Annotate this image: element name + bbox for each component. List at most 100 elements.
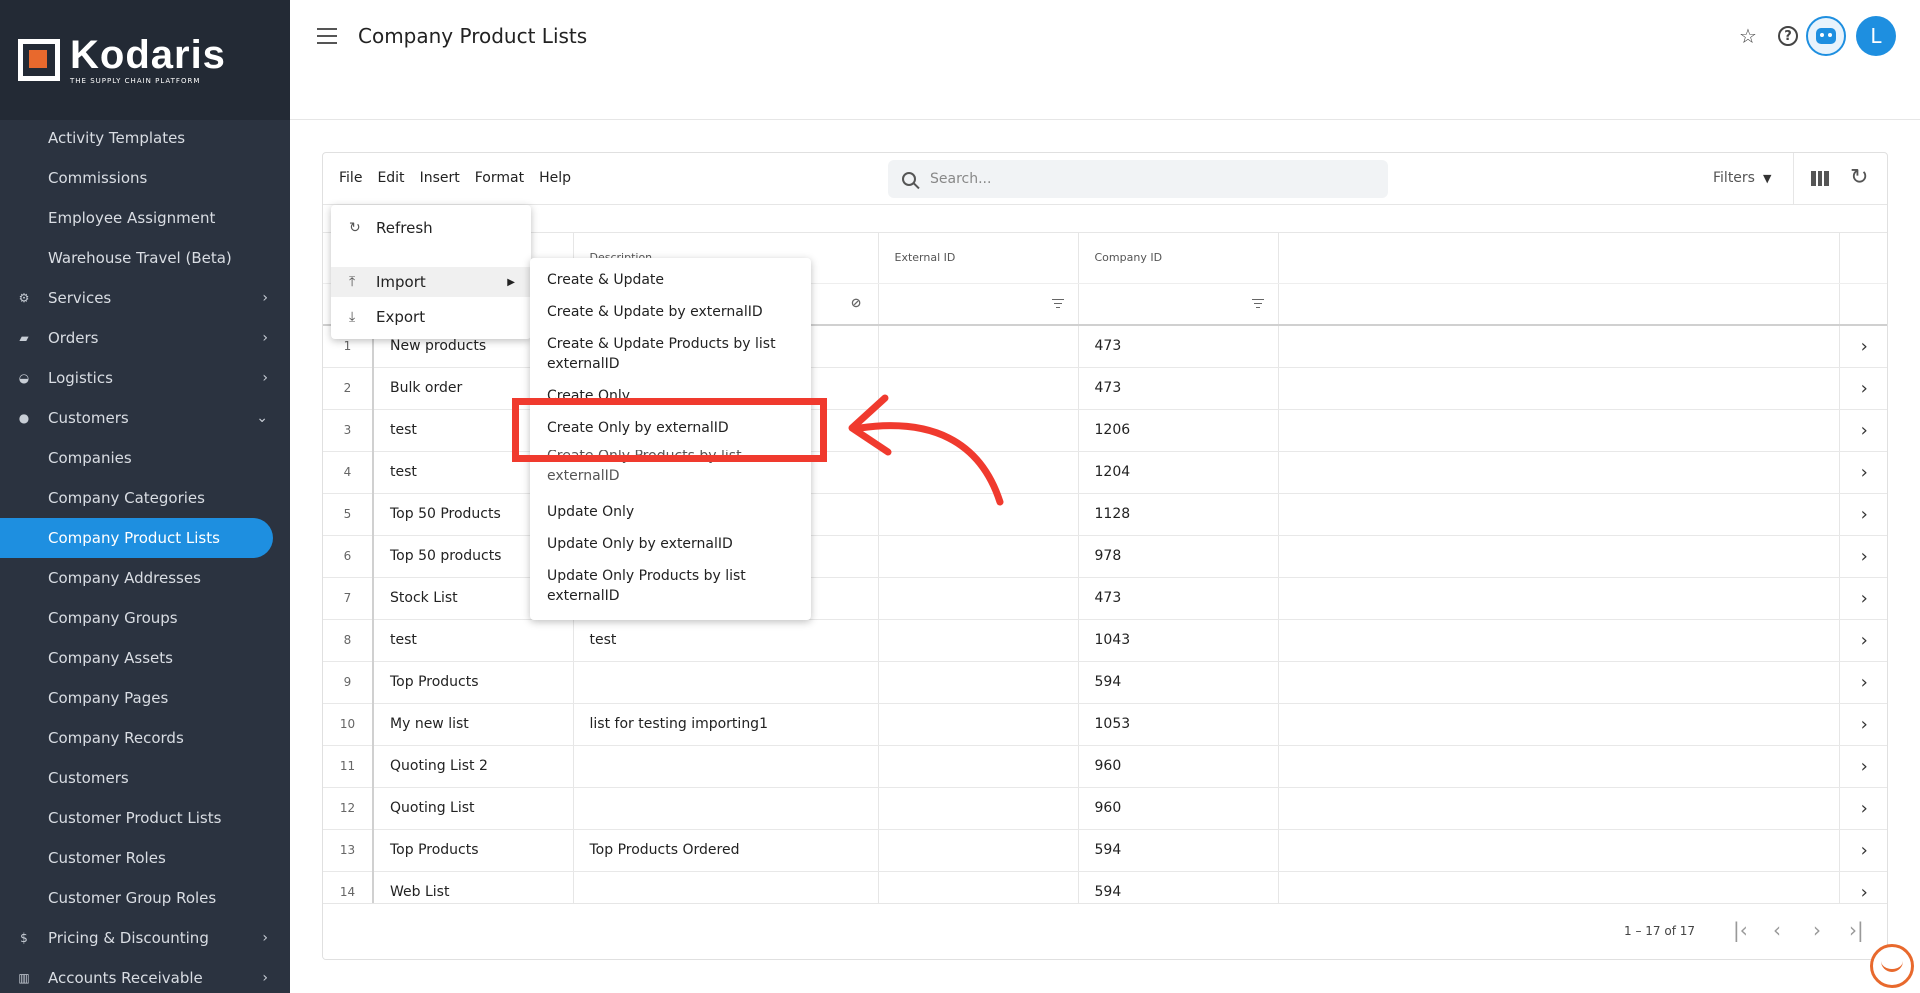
search-input[interactable]: Search... <box>930 171 991 187</box>
menu-insert[interactable]: Insert <box>420 170 460 186</box>
sidebar-item[interactable]: ▰ Orders › <box>0 318 290 358</box>
cell-external-id <box>878 829 1079 872</box>
chevron-right-icon[interactable]: › <box>1839 409 1887 452</box>
table-row[interactable]: 11 Quoting List 2 960 › <box>323 745 1887 788</box>
menu-format[interactable]: Format <box>475 170 524 186</box>
chevron-right-icon[interactable]: › <box>1839 577 1887 620</box>
sidebar-item[interactable]: Activity Templates <box>0 118 290 158</box>
group-row <box>323 205 1887 233</box>
next-page-icon[interactable]: › <box>1813 918 1821 942</box>
sidebar: Kodaris THE SUPPLY CHAIN PLATFORM Activi… <box>0 0 290 993</box>
menu-file[interactable]: File <box>339 170 362 186</box>
chevron-right-icon[interactable]: › <box>1839 661 1887 704</box>
cell-external-id <box>878 661 1079 704</box>
menu-item-import[interactable]: ⤒ Import ▶ <box>331 267 531 297</box>
col-company-id-header[interactable]: Company ID <box>1078 233 1279 284</box>
col-external-id-header[interactable]: External ID <box>878 233 1079 284</box>
sidebar-item[interactable]: $ Pricing & Discounting › <box>0 918 290 958</box>
chevron-right-icon: › <box>262 970 268 986</box>
sidebar-item-label: Pricing & Discounting <box>48 929 209 947</box>
cell-description: Top Products Ordered <box>573 829 879 872</box>
sidebar-item[interactable]: Company Assets <box>0 638 290 678</box>
cell-description <box>573 745 879 788</box>
table-row[interactable]: 13 Top Products Top Products Ordered 594 › <box>323 829 1887 872</box>
sidebar-item[interactable]: ◒ Logistics › <box>0 358 290 398</box>
refresh-icon[interactable]: ↻ <box>1850 165 1868 190</box>
menu-help[interactable]: Help <box>539 170 571 186</box>
cell-company-id: 473 <box>1078 367 1279 410</box>
chevron-right-icon[interactable]: › <box>1839 535 1887 578</box>
sidebar-item[interactable]: Company Groups <box>0 598 290 638</box>
sidebar-item[interactable]: Company Categories <box>0 478 290 518</box>
filter-off-icon[interactable]: ⊘ <box>851 296 862 311</box>
import-option[interactable]: Create & Update by externalID <box>547 302 797 322</box>
sidebar-nav: Activity Templates Commissions Employee As… <box>0 118 290 993</box>
sidebar-item[interactable]: ● Customers ⌄ <box>0 398 290 438</box>
filters-button[interactable]: Filters ▼ <box>1713 170 1771 186</box>
menu-item-refresh[interactable]: ↻ Refresh <box>331 213 531 243</box>
row-number: 10 <box>323 703 374 746</box>
sidebar-item[interactable]: Employee Assignment <box>0 198 290 238</box>
first-page-icon[interactable]: |‹ <box>1733 918 1748 942</box>
chevron-right-icon[interactable]: › <box>1839 703 1887 746</box>
chevron-right-icon[interactable]: › <box>1839 829 1887 872</box>
sidebar-item[interactable]: Customer Product Lists <box>0 798 290 838</box>
search-box[interactable]: Search... <box>888 160 1388 198</box>
chevron-right-icon[interactable]: › <box>1839 451 1887 494</box>
sidebar-item[interactable]: ⚙ Services › <box>0 278 290 318</box>
toolbar-divider <box>1793 153 1794 205</box>
import-option[interactable]: Create & Update Products by list externa… <box>547 334 797 374</box>
chevron-right-icon: › <box>262 370 268 386</box>
brand-tagline: THE SUPPLY CHAIN PLATFORM <box>70 77 201 85</box>
sidebar-item[interactable]: ▥ Accounts Receivable › <box>0 958 290 993</box>
sidebar-item[interactable]: Company Pages <box>0 678 290 718</box>
import-option[interactable]: Update Only by externalID <box>547 534 797 554</box>
sidebar-item[interactable]: Warehouse Travel (Beta) <box>0 238 290 278</box>
people-icon: ● <box>18 411 30 425</box>
filter-company-id[interactable] <box>1078 283 1279 326</box>
assistant-bot-button[interactable] <box>1806 16 1846 56</box>
sidebar-item[interactable]: Companies <box>0 438 290 478</box>
menu-edit[interactable]: Edit <box>377 170 404 186</box>
table-row[interactable]: 9 Top Products 594 › <box>323 661 1887 704</box>
help-icon[interactable]: ? <box>1774 22 1802 50</box>
chevron-right-icon[interactable]: › <box>1839 745 1887 788</box>
last-page-icon[interactable]: ›| <box>1849 918 1864 942</box>
filter-icon[interactable] <box>1251 298 1264 309</box>
sidebar-item[interactable]: Customer Roles <box>0 838 290 878</box>
cell-company-id: 1053 <box>1078 703 1279 746</box>
menu-icon[interactable] <box>317 28 337 44</box>
table-row[interactable]: 12 Quoting List 960 › <box>323 787 1887 830</box>
import-option[interactable]: Create & Update <box>547 270 797 290</box>
avatar[interactable]: L <box>1856 16 1896 56</box>
row-number: 2 <box>323 367 374 410</box>
sidebar-item[interactable]: Commissions <box>0 158 290 198</box>
chat-icon[interactable] <box>1870 944 1914 988</box>
chevron-right-icon[interactable]: › <box>1839 325 1887 368</box>
dollar-icon: $ <box>20 931 28 945</box>
cell-company-id: 1128 <box>1078 493 1279 536</box>
filter-icon[interactable] <box>1051 298 1064 309</box>
chevron-right-icon[interactable]: › <box>1839 493 1887 536</box>
sidebar-item[interactable]: Customers <box>0 758 290 798</box>
import-option[interactable]: Update Only <box>547 502 797 522</box>
table-row[interactable]: 8 test test 1043 › <box>323 619 1887 662</box>
chevron-right-icon[interactable]: › <box>1839 367 1887 410</box>
import-option[interactable]: Update Only Products by list externalID <box>547 566 797 606</box>
prev-page-icon[interactable]: ‹ <box>1773 918 1781 942</box>
chevron-right-icon: › <box>262 290 268 306</box>
sidebar-item[interactable]: Company Records <box>0 718 290 758</box>
search-icon <box>902 172 916 186</box>
chevron-right-icon[interactable]: › <box>1839 619 1887 662</box>
chevron-down-icon: ▼ <box>1762 172 1772 185</box>
sidebar-item[interactable]: Customer Group Roles <box>0 878 290 918</box>
sidebar-item[interactable]: Company Product Lists <box>0 518 273 558</box>
filter-external-id[interactable] <box>878 283 1079 326</box>
columns-icon[interactable] <box>1811 171 1830 186</box>
sidebar-item[interactable]: Company Addresses <box>0 558 290 598</box>
star-icon[interactable]: ☆ <box>1734 22 1762 50</box>
table-row[interactable]: 10 My new list list for testing importing1… <box>323 703 1887 746</box>
menu-item-export[interactable]: ⤓ Export <box>331 302 531 332</box>
chevron-right-icon[interactable]: › <box>1839 787 1887 830</box>
logo[interactable]: Kodaris THE SUPPLY CHAIN PLATFORM <box>0 0 290 120</box>
